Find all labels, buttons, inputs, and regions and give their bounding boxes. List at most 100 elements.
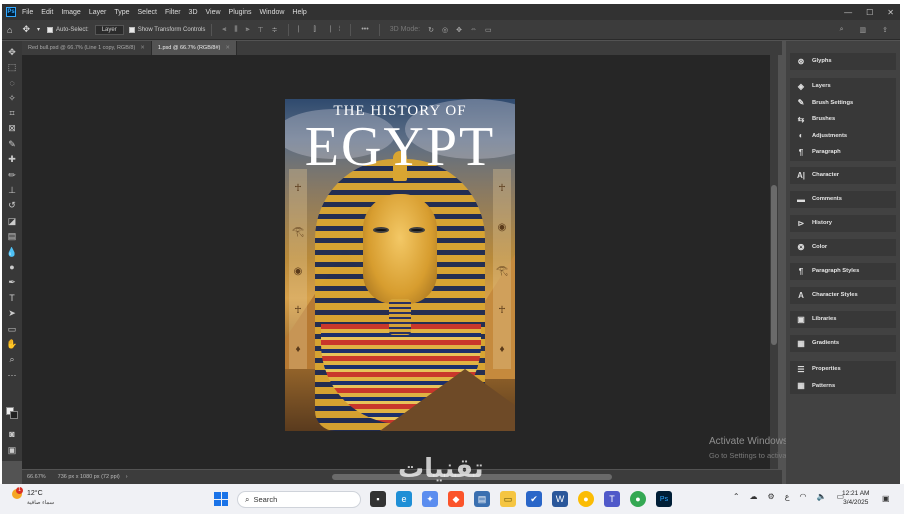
store-icon[interactable]: ▤ <box>474 491 490 507</box>
maximize-icon[interactable]: ☐ <box>866 8 873 17</box>
copilot-icon[interactable]: ✦ <box>422 491 438 507</box>
distribute-right-icon[interactable]: ⎹ <box>324 26 331 34</box>
distribute-left-icon[interactable]: ⎸ <box>299 26 306 34</box>
chevron-down-icon[interactable]: ▾ <box>37 26 40 33</box>
crop-tool-icon[interactable]: ⌗ <box>5 107 19 121</box>
document-info[interactable]: 736 px x 1080 px (72 ppi) <box>58 474 120 480</box>
settings-icon[interactable]: ⚙ <box>768 492 775 501</box>
cloud-icon[interactable]: ☁ <box>750 492 758 501</box>
panel-history[interactable]: ⊳ History <box>790 215 896 232</box>
align-left-icon[interactable]: ⫷ <box>222 26 226 34</box>
zoom-tool-icon[interactable]: ⌕ <box>5 353 19 367</box>
panel-libraries[interactable]: ▣ Libraries <box>790 311 896 328</box>
panel-character[interactable]: A| Character <box>790 167 896 184</box>
chrome-icon[interactable]: ● <box>578 491 594 507</box>
3d-scale-icon[interactable]: ▭ <box>485 26 492 34</box>
panel-paragraph[interactable]: ¶ Paragraph <box>790 144 896 161</box>
panel-paragraph-styles[interactable]: ¶ Paragraph Styles <box>790 263 896 280</box>
panel-comments[interactable]: ▬ Comments <box>790 191 896 208</box>
3d-pan-icon[interactable]: ✥ <box>456 26 462 34</box>
volume-icon[interactable]: 🔈 <box>816 492 826 501</box>
language-icon[interactable]: ع <box>785 492 790 501</box>
minimize-icon[interactable]: — <box>844 8 852 17</box>
clone-stamp-tool-icon[interactable]: ⊥ <box>5 184 19 198</box>
quick-mask-icon[interactable]: ◙ <box>5 427 19 441</box>
menu-window[interactable]: Window <box>260 9 285 16</box>
weather-widget[interactable]: 1 12°C سماء صافية <box>12 487 72 511</box>
menu-edit[interactable]: Edit <box>41 9 53 16</box>
menu-layer[interactable]: Layer <box>89 9 107 16</box>
hand-tool-icon[interactable]: ✋ <box>5 337 19 351</box>
healing-brush-tool-icon[interactable]: ✚ <box>5 153 19 167</box>
distribute-spacing-icon[interactable]: ⦙ <box>339 26 341 34</box>
3d-roll-icon[interactable]: ◎ <box>442 26 448 34</box>
history-brush-tool-icon[interactable]: ↺ <box>5 199 19 213</box>
panel-brush-settings[interactable]: ✎ Brush Settings <box>790 95 896 112</box>
pen-tool-icon[interactable]: ✒ <box>5 276 19 290</box>
gradient-tool-icon[interactable]: ▤ <box>5 230 19 244</box>
panel-character-styles[interactable]: A Character Styles <box>790 287 896 304</box>
more-tools-icon[interactable]: ⋯ <box>5 368 19 382</box>
panel-glyphs[interactable]: ⊛ Glyphs <box>790 53 896 70</box>
teams-icon[interactable]: T <box>604 491 620 507</box>
taskbar-search[interactable]: ⌕ Search <box>237 491 361 508</box>
align-right-icon[interactable]: ⫸ <box>246 26 250 34</box>
type-tool-icon[interactable]: T <box>5 291 19 305</box>
menu-select[interactable]: Select <box>138 9 157 16</box>
panel-properties[interactable]: ☰ Properties <box>790 361 896 378</box>
word-icon[interactable]: W <box>552 491 568 507</box>
marquee-tool-icon[interactable]: ⬚ <box>5 60 19 74</box>
lasso-tool-icon[interactable]: ◌ <box>5 76 19 90</box>
chevron-up-icon[interactable]: ⌃ <box>733 492 740 501</box>
menu-file[interactable]: File <box>22 9 33 16</box>
eraser-tool-icon[interactable]: ◪ <box>5 214 19 228</box>
scrollbar-thumb[interactable] <box>771 185 777 345</box>
move-tool-icon[interactable]: ✥ <box>22 24 30 35</box>
3d-slide-icon[interactable]: ⇔ <box>470 26 477 33</box>
screen-mode-icon[interactable]: ▣ <box>5 443 19 457</box>
file-explorer-icon[interactable]: ▭ <box>500 491 516 507</box>
close-icon[interactable]: ✕ <box>887 8 894 17</box>
brave-icon[interactable]: ◆ <box>448 491 464 507</box>
document-canvas[interactable]: ☥ 𓂀 ◉ ☥ ♦ ☥ ◉ 𓂀 ☥ ♦ THE HISTORY OF EGYPT <box>285 99 515 431</box>
menu-plugins[interactable]: Plugins <box>229 9 252 16</box>
brush-tool-icon[interactable]: ✏ <box>5 168 19 182</box>
panel-gradients[interactable]: ▦ Gradients <box>790 335 896 352</box>
search-icon[interactable]: ⌕ <box>840 26 844 34</box>
menu-type[interactable]: Type <box>114 9 129 16</box>
zoom-level[interactable]: 66.67% <box>27 474 46 480</box>
align-center-icon[interactable]: ⫼ <box>234 26 237 34</box>
move-tool-icon[interactable]: ✥ <box>5 45 19 59</box>
dodge-tool-icon[interactable]: ● <box>5 260 19 274</box>
align-top-icon[interactable]: ⊤ <box>258 26 264 34</box>
vpn-icon[interactable]: ✔ <box>526 491 542 507</box>
panel-adjustments[interactable]: ◐ Adjustments <box>790 128 896 145</box>
tab-red-bull[interactable]: Red bull.psd @ 66.7% (Line 1 copy, RGB/8… <box>22 41 152 55</box>
blur-tool-icon[interactable]: 💧 <box>5 245 19 259</box>
photoshop-taskbar-icon[interactable]: Ps <box>656 491 672 507</box>
panel-brushes[interactable]: ⇆ Brushes <box>790 111 896 128</box>
menu-3d[interactable]: 3D <box>189 9 198 16</box>
vertical-scrollbar[interactable] <box>770 55 778 469</box>
canvas-area[interactable]: ☥ 𓂀 ◉ ☥ ♦ ☥ ◉ 𓂀 ☥ ♦ THE HISTORY OF EGYPT <box>22 55 778 469</box>
3d-rotate-icon[interactable]: ↻ <box>428 26 434 34</box>
close-icon[interactable]: ✕ <box>225 45 230 51</box>
menu-image[interactable]: Image <box>61 9 80 16</box>
frame-tool-icon[interactable]: ⊠ <box>5 122 19 136</box>
menu-filter[interactable]: Filter <box>165 9 181 16</box>
home-icon[interactable]: ⌂ <box>7 25 12 35</box>
chrome-profile-icon[interactable]: ● <box>630 491 646 507</box>
background-color-swatch[interactable] <box>10 411 18 419</box>
taskbar-clock[interactable]: 12:21 AM 3/4/2025 <box>842 489 869 507</box>
edge-icon[interactable]: e <box>396 491 412 507</box>
more-options-icon[interactable]: ••• <box>361 26 368 33</box>
menu-view[interactable]: View <box>206 9 221 16</box>
notifications-icon[interactable]: ▣ <box>882 494 890 503</box>
distribute-center-icon[interactable]: ⫿ <box>314 26 316 34</box>
share-icon[interactable]: ⇪ <box>882 26 888 34</box>
task-view-icon[interactable]: ▪ <box>370 491 386 507</box>
tab-1-psd[interactable]: 1.psd @ 66.7% (RGB/8#) ✕ <box>151 41 237 55</box>
eyedropper-tool-icon[interactable]: ✎ <box>5 137 19 151</box>
auto-select-checkbox[interactable] <box>47 26 53 33</box>
workspace-icon[interactable]: ▥ <box>860 26 867 34</box>
